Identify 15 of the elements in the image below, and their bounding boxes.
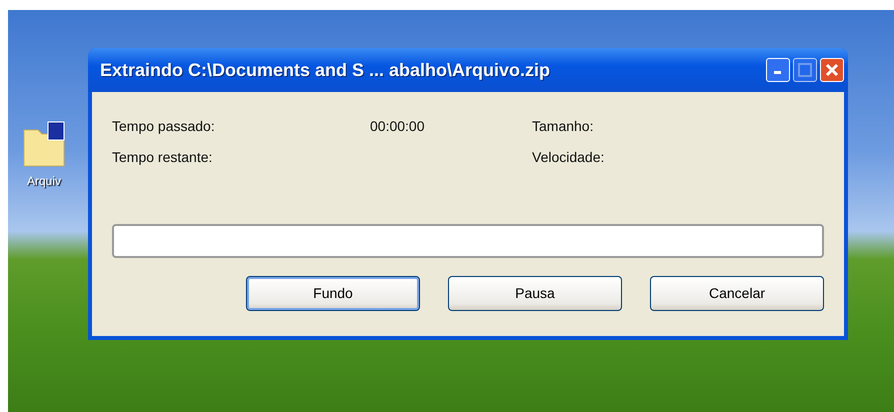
stat-label: Tempo passado:	[112, 117, 216, 136]
stat-label: Velocidade:	[532, 148, 606, 167]
window-title: Extraindo C:\Documents and S ... abalho\Arquivo.zip	[100, 58, 552, 82]
close-button[interactable]	[820, 58, 844, 82]
stat-label: Tempo restante:	[112, 148, 214, 167]
dialog-button[interactable]: Fundo	[246, 276, 420, 311]
folder-icon[interactable]	[22, 120, 66, 168]
dialog-button[interactable]: Cancelar	[650, 276, 824, 311]
dialog-button[interactable]: Pausa	[448, 276, 622, 311]
stat-value: 00:00:00	[370, 117, 426, 136]
maximize-icon	[798, 63, 812, 77]
minimize-button[interactable]	[766, 58, 790, 82]
close-icon	[825, 63, 839, 77]
icon-label: Arquiv	[26, 173, 61, 190]
stat-label: Tamanho:	[532, 117, 594, 136]
